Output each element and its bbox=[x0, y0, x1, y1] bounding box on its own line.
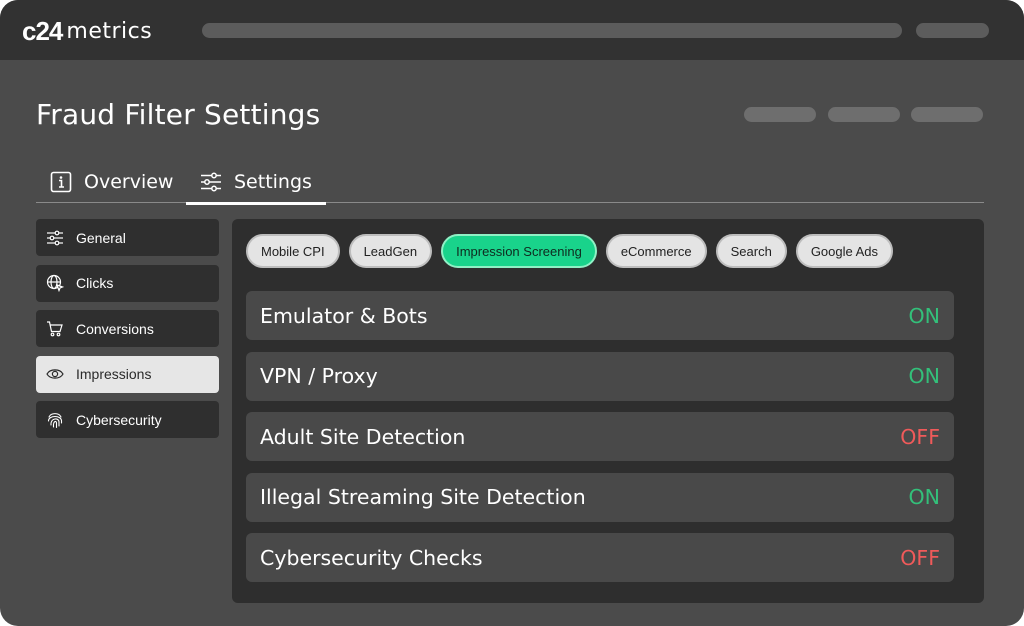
fingerprint-icon bbox=[47, 412, 63, 428]
sliders-icon bbox=[47, 230, 63, 245]
header-action-placeholder[interactable] bbox=[911, 107, 983, 122]
sidebar-item-general[interactable]: General bbox=[36, 219, 219, 256]
sidebar-item-cybersecurity[interactable]: Cybersecurity bbox=[36, 401, 219, 438]
app-logo[interactable]: c24 metrics bbox=[22, 16, 152, 46]
cart-icon bbox=[47, 320, 63, 336]
chip-leadgen[interactable]: LeadGen bbox=[348, 234, 433, 268]
chip-google-ads[interactable]: Google Ads bbox=[795, 234, 894, 268]
eye-icon bbox=[46, 369, 64, 379]
chip-mobile-cpi[interactable]: Mobile CPI bbox=[246, 234, 340, 268]
tab-label: Settings bbox=[234, 170, 312, 193]
filter-status-toggle[interactable]: ON bbox=[909, 304, 940, 328]
tab-settings[interactable]: Settings bbox=[186, 160, 326, 205]
sidebar-item-label: General bbox=[76, 229, 126, 246]
sidebar-item-label: Conversions bbox=[76, 320, 154, 337]
tab-label: Overview bbox=[84, 170, 174, 193]
sidebar-item-label: Impressions bbox=[76, 366, 152, 382]
filter-label: Illegal Streaming Site Detection bbox=[260, 485, 586, 509]
logo-text: metrics bbox=[66, 18, 153, 44]
chip-search[interactable]: Search bbox=[715, 234, 787, 268]
category-chip-bar: Mobile CPI LeadGen Impression Screening … bbox=[246, 234, 894, 268]
filter-row-vpn-proxy: VPN / Proxy ON bbox=[246, 351, 954, 401]
top-bar: c24 metrics bbox=[0, 0, 1024, 60]
sidebar: General Clicks Conversions Impressions C… bbox=[36, 219, 219, 447]
filter-row-adult-site-detection: Adult Site Detection OFF bbox=[246, 412, 954, 461]
app-window: c24 metrics Fraud Filter Settings Overvi… bbox=[0, 0, 1024, 626]
info-icon bbox=[50, 171, 72, 192]
sidebar-item-label: Cybersecurity bbox=[76, 411, 162, 428]
sidebar-item-conversions[interactable]: Conversions bbox=[36, 310, 219, 347]
filter-list: Emulator & Bots ON VPN / Proxy ON Adult … bbox=[246, 291, 954, 594]
sliders-icon bbox=[201, 172, 221, 191]
filter-label: Cybersecurity Checks bbox=[260, 545, 483, 570]
filter-status-toggle[interactable]: OFF bbox=[900, 546, 940, 570]
sidebar-item-impressions[interactable]: Impressions bbox=[36, 355, 219, 393]
search-bar-placeholder[interactable] bbox=[202, 23, 902, 38]
logo-mark: c24 bbox=[22, 15, 63, 46]
filter-label: Emulator & Bots bbox=[260, 303, 428, 328]
filter-label: VPN / Proxy bbox=[260, 364, 378, 388]
user-menu-placeholder[interactable] bbox=[916, 23, 989, 38]
settings-panel: Mobile CPI LeadGen Impression Screening … bbox=[232, 219, 984, 603]
filter-row-emulator-bots: Emulator & Bots ON bbox=[246, 291, 954, 340]
filter-label: Adult Site Detection bbox=[260, 424, 466, 449]
filter-status-toggle[interactable]: ON bbox=[909, 485, 940, 509]
filter-status-toggle[interactable]: ON bbox=[909, 364, 940, 388]
sidebar-item-label: Clicks bbox=[76, 275, 114, 291]
page-title: Fraud Filter Settings bbox=[36, 98, 321, 131]
filter-row-cybersecurity-checks: Cybersecurity Checks OFF bbox=[246, 533, 954, 582]
chip-ecommerce[interactable]: eCommerce bbox=[605, 234, 707, 268]
filter-row-illegal-streaming: Illegal Streaming Site Detection ON bbox=[246, 472, 954, 522]
header-action-placeholder[interactable] bbox=[828, 107, 900, 122]
tab-bar: Overview Settings bbox=[36, 160, 984, 205]
filter-status-toggle[interactable]: OFF bbox=[900, 425, 940, 449]
sidebar-item-clicks[interactable]: Clicks bbox=[36, 264, 219, 302]
header-action-placeholder[interactable] bbox=[744, 107, 816, 122]
chip-impression-screening[interactable]: Impression Screening bbox=[441, 234, 597, 268]
globe-cursor-icon bbox=[46, 274, 64, 292]
tab-overview[interactable]: Overview bbox=[50, 160, 173, 203]
